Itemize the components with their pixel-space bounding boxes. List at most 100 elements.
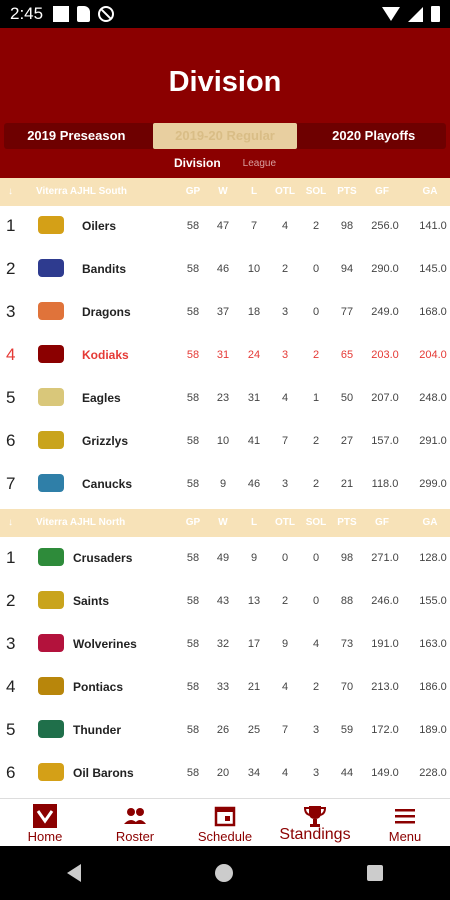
nav-standings[interactable]: Standings (270, 799, 360, 846)
nav-roster-label: Roster (115, 829, 155, 844)
cell-l: 10 (247, 263, 261, 275)
team-logo-icon (38, 474, 64, 492)
cell-pts: 44 (340, 767, 354, 779)
column-header-otl[interactable]: OTL (268, 517, 302, 528)
tab-division[interactable]: Division (174, 156, 221, 170)
team-logo-icon (38, 302, 64, 320)
team-logo-icon (38, 345, 64, 363)
table-row[interactable]: 2 Saints 58 43 13 2 0 88 246.0 155.0 (0, 579, 450, 621)
cell-gp: 58 (186, 478, 200, 490)
team-logo-icon (38, 259, 64, 277)
cell-l: 17 (247, 638, 261, 650)
nav-standings-label: Standings (279, 826, 351, 843)
rank: 1 (6, 548, 16, 567)
cell-pts: 27 (340, 435, 354, 447)
sort-arrow-icon[interactable]: ↓ (8, 517, 13, 528)
cell-sol: 2 (312, 435, 320, 447)
table-row[interactable]: 5 Eagles 58 23 31 4 1 50 207.0 248.0 (0, 376, 450, 418)
south-division-header: ↓ Viterra AJHL South GP W L OTL SOL PTS GF GA (0, 178, 450, 206)
column-header-l[interactable]: L (237, 186, 271, 197)
team-name: Crusaders (73, 551, 133, 565)
cell-sol: 2 (312, 681, 320, 693)
column-header-ga[interactable]: GA (413, 186, 447, 197)
table-row[interactable]: 1 Crusaders 58 49 9 0 0 98 271.0 128.0 (0, 536, 450, 578)
column-header-sol[interactable]: SOL (299, 186, 333, 197)
notification-icon (53, 6, 70, 22)
table-row[interactable]: 7 Canucks 58 9 46 3 2 21 118.0 299.0 (0, 462, 450, 504)
cell-gf: 271.0 (371, 552, 399, 564)
status-time: 2:45 (10, 4, 44, 23)
cell-otl: 4 (281, 767, 289, 779)
column-header-l[interactable]: L (237, 517, 271, 528)
nav-home[interactable]: Home (0, 799, 90, 846)
season-tab-playoffs[interactable]: 2020 Playoffs (301, 123, 446, 149)
cell-otl: 3 (281, 306, 289, 318)
table-row[interactable]: 6 Grizzlys 58 10 41 7 2 27 157.0 291.0 (0, 419, 450, 461)
table-row[interactable]: 1 Oilers 58 47 7 4 2 98 256.0 141.0 (0, 204, 450, 246)
table-row[interactable]: 3 Dragons 58 37 18 3 0 77 249.0 168.0 (0, 290, 450, 332)
sort-arrow-icon[interactable]: ↓ (8, 186, 13, 197)
recent-apps-icon[interactable] (367, 865, 383, 881)
column-header-pts[interactable]: PTS (330, 517, 364, 528)
cell-w: 46 (216, 263, 230, 275)
team-name: Eagles (82, 391, 121, 405)
column-header-gf[interactable]: GF (365, 186, 399, 197)
rank: 2 (6, 591, 16, 610)
cell-gf: 203.0 (371, 349, 399, 361)
rank: 4 (6, 677, 16, 696)
season-selector: 2019 Preseason 2019-20 Regular 2020 Play… (4, 123, 446, 149)
tab-league[interactable]: League (243, 156, 276, 170)
nav-menu[interactable]: Menu (360, 799, 450, 846)
cell-ga: 163.0 (419, 638, 447, 650)
cell-ga: 141.0 (419, 220, 447, 232)
rank: 3 (6, 302, 16, 321)
cell-l: 34 (247, 767, 261, 779)
cell-l: 9 (250, 552, 258, 564)
column-header-otl[interactable]: OTL (268, 186, 302, 197)
column-header-pts[interactable]: PTS (330, 186, 364, 197)
column-header-w[interactable]: W (206, 517, 240, 528)
nav-roster[interactable]: Roster (90, 799, 180, 846)
rank: 3 (6, 634, 16, 653)
column-header-gp[interactable]: GP (176, 186, 210, 197)
column-header-sol[interactable]: SOL (299, 517, 333, 528)
rank: 5 (6, 720, 16, 739)
cell-sol: 0 (312, 552, 320, 564)
nav-schedule[interactable]: Schedule (180, 799, 270, 846)
back-icon[interactable] (67, 864, 81, 882)
cell-gf: 157.0 (371, 435, 399, 447)
cell-ga: 186.0 (419, 681, 447, 693)
team-name: Grizzlys (82, 434, 129, 448)
home-icon[interactable] (215, 864, 233, 882)
cell-gp: 58 (186, 435, 200, 447)
column-header-gf[interactable]: GF (365, 517, 399, 528)
column-header-ga[interactable]: GA (413, 517, 447, 528)
cell-sol: 4 (312, 638, 320, 650)
page-title: Division (168, 66, 282, 98)
column-header-gp[interactable]: GP (176, 517, 210, 528)
rank: 4 (6, 345, 16, 364)
cell-otl: 4 (281, 392, 289, 404)
cell-pts: 59 (340, 724, 354, 736)
season-tab-regular[interactable]: 2019-20 Regular (152, 123, 298, 149)
team-logo-icon (38, 431, 64, 449)
column-header-w[interactable]: W (206, 186, 240, 197)
cell-otl: 3 (281, 478, 289, 490)
table-row[interactable]: 3 Wolverines 58 32 17 9 4 73 191.0 163.0 (0, 622, 450, 664)
table-row[interactable]: 6 Oil Barons 58 20 34 4 3 44 149.0 228.0 (0, 751, 450, 793)
sd-card-icon (77, 6, 91, 22)
cell-otl: 9 (281, 638, 289, 650)
cell-gp: 58 (186, 306, 200, 318)
cell-sol: 2 (312, 220, 320, 232)
cell-gp: 58 (186, 724, 200, 736)
table-row[interactable]: 2 Bandits 58 46 10 2 0 94 290.0 145.0 (0, 247, 450, 289)
status-bar: 2:45 (0, 0, 450, 28)
battery-icon (431, 6, 440, 22)
table-row[interactable]: 4 Pontiacs 58 33 21 4 2 70 213.0 186.0 (0, 665, 450, 707)
cell-pts: 70 (340, 681, 354, 693)
season-tab-preseason[interactable]: 2019 Preseason (4, 123, 149, 149)
table-row[interactable]: 5 Thunder 58 26 25 7 3 59 172.0 189.0 (0, 708, 450, 750)
cell-gp: 58 (186, 638, 200, 650)
cell-gp: 58 (186, 220, 200, 232)
table-row[interactable]: 4 Kodiaks 58 31 24 3 2 65 203.0 204.0 (0, 333, 450, 375)
